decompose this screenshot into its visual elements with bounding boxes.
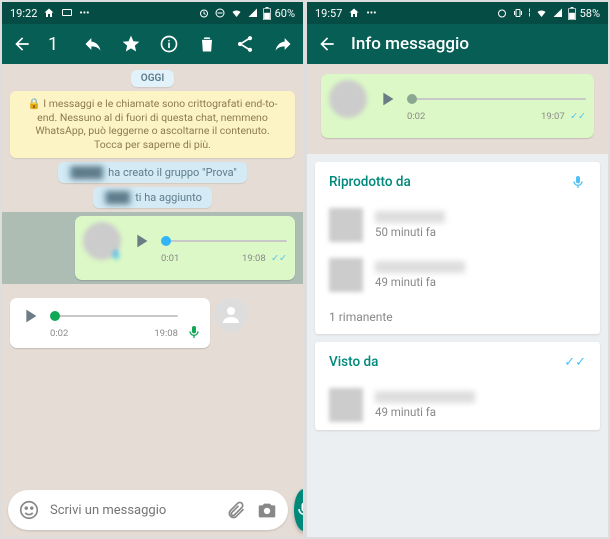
played-time: 49 minuti fa <box>375 275 465 289</box>
sender-avatar <box>329 80 367 118</box>
emoji-icon[interactable] <box>18 499 40 521</box>
audio-position: 0:02 <box>50 328 68 339</box>
system-message-created: ████ ha creato il gruppo "Prova" <box>58 162 246 183</box>
wifi-icon <box>230 7 243 19</box>
audio-track[interactable]: 0:02 19:08 <box>50 307 178 325</box>
seen-heading: Visto da <box>329 354 378 370</box>
message-input[interactable] <box>50 503 216 518</box>
alarm-icon <box>198 7 210 19</box>
read-ticks-icon: ✓✓ <box>564 355 586 370</box>
person-name <box>375 261 465 273</box>
chat-body[interactable]: OGGI 🔒 I messaggi e le chiamate sono cri… <box>2 64 303 483</box>
list-item[interactable]: 49 minuti fa <box>315 380 600 430</box>
mic-button[interactable] <box>294 489 303 531</box>
more-icon: ••• <box>366 8 376 19</box>
reply-icon[interactable] <box>83 34 103 54</box>
played-time: 50 minuti fa <box>375 225 445 239</box>
message-time: 19:07 <box>541 111 565 122</box>
signal-icon <box>552 7 564 19</box>
vibrate-icon <box>512 7 524 19</box>
sender-avatar <box>83 222 121 260</box>
seen-by-card: Visto da ✓✓ 49 minuti fa <box>315 342 600 430</box>
seen-time: 49 minuti fa <box>375 405 475 419</box>
info-toolbar: Info messaggio <box>307 24 608 64</box>
mic-indicator-icon <box>109 248 123 262</box>
list-item[interactable]: 49 minuti fa <box>315 250 600 300</box>
mic-icon <box>186 324 202 340</box>
status-time: 19:22 <box>10 7 37 20</box>
status-bar: 19:22 ••• 60% <box>2 2 303 24</box>
voice-message-out[interactable]: 0:01 19:08 ✓✓ <box>2 212 303 284</box>
played-heading: Riprodotto da <box>329 174 411 190</box>
signal-icon <box>247 7 259 19</box>
alarm-icon <box>496 7 508 19</box>
share-icon[interactable] <box>235 34 255 54</box>
message-info-screen: 19:57 ••• ¦ 58% Info messaggio <box>307 2 608 537</box>
attach-icon[interactable] <box>226 500 246 520</box>
battery-pct: 60% <box>275 7 295 20</box>
person-name <box>375 211 445 223</box>
contact-avatar[interactable] <box>214 298 248 332</box>
forward-icon[interactable] <box>273 34 293 54</box>
audio-track[interactable]: 0:01 19:08 ✓✓ <box>161 232 287 250</box>
encryption-notice[interactable]: 🔒 I messaggi e le chiamate sono crittogr… <box>10 91 295 158</box>
back-icon[interactable] <box>317 34 337 54</box>
status-time: 19:57 <box>315 7 342 20</box>
audio-position: 0:02 <box>407 111 425 122</box>
mic-played-icon <box>570 174 586 190</box>
camera-icon[interactable] <box>256 499 278 521</box>
message-input-wrap[interactable] <box>8 490 288 530</box>
selection-count: 1 <box>48 34 73 55</box>
read-ticks-icon: ✓✓ <box>568 111 586 122</box>
battery-icon <box>263 7 271 20</box>
avatar <box>329 388 363 422</box>
read-ticks-icon: ✓✓ <box>269 253 287 264</box>
home-icon <box>43 7 55 19</box>
composer <box>2 483 303 537</box>
delete-icon[interactable] <box>197 34 217 54</box>
info-body[interactable]: 0:02 19:07 ✓✓ Riprodotto da 50 minuti fa <box>307 64 608 537</box>
play-button[interactable] <box>18 304 42 328</box>
cast-icon <box>61 7 73 19</box>
selection-toolbar: 1 <box>2 24 303 64</box>
battery-icon <box>568 7 576 20</box>
avatar <box>329 208 363 242</box>
chat-screen: 19:22 ••• 60% 1 OGGI 🔒 I messaggi e le c <box>2 2 303 537</box>
wifi-icon <box>535 7 548 19</box>
dnd-icon <box>214 7 226 19</box>
play-button[interactable] <box>129 229 153 253</box>
list-item[interactable]: 50 minuti fa <box>315 200 600 250</box>
status-bar: 19:57 ••• ¦ 58% <box>307 2 608 24</box>
play-button[interactable] <box>375 87 399 111</box>
message-time: 19:08 <box>154 328 178 339</box>
battery-pct: 58% <box>580 7 600 20</box>
voice-message-in[interactable]: 0:02 19:08 <box>10 296 295 350</box>
avatar <box>329 258 363 292</box>
date-chip: OGGI <box>131 70 174 87</box>
star-icon[interactable] <box>121 34 141 54</box>
message-preview: 0:02 19:07 ✓✓ <box>321 74 594 138</box>
person-name <box>375 391 475 403</box>
more-icon: ••• <box>79 8 89 19</box>
message-time: 19:08 <box>242 253 266 264</box>
audio-position: 0:01 <box>161 253 179 264</box>
home-icon <box>348 7 360 19</box>
played-by-card: Riprodotto da 50 minuti fa 49 minuti fa … <box>315 162 600 334</box>
system-message-added: ███ ti ha aggiunto <box>93 187 212 208</box>
remaining-count[interactable]: 1 rimanente <box>315 300 600 334</box>
info-icon[interactable] <box>159 34 179 54</box>
page-title: Info messaggio <box>351 34 598 54</box>
back-icon[interactable] <box>12 34 32 54</box>
audio-track[interactable]: 0:02 19:07 ✓✓ <box>407 90 586 108</box>
